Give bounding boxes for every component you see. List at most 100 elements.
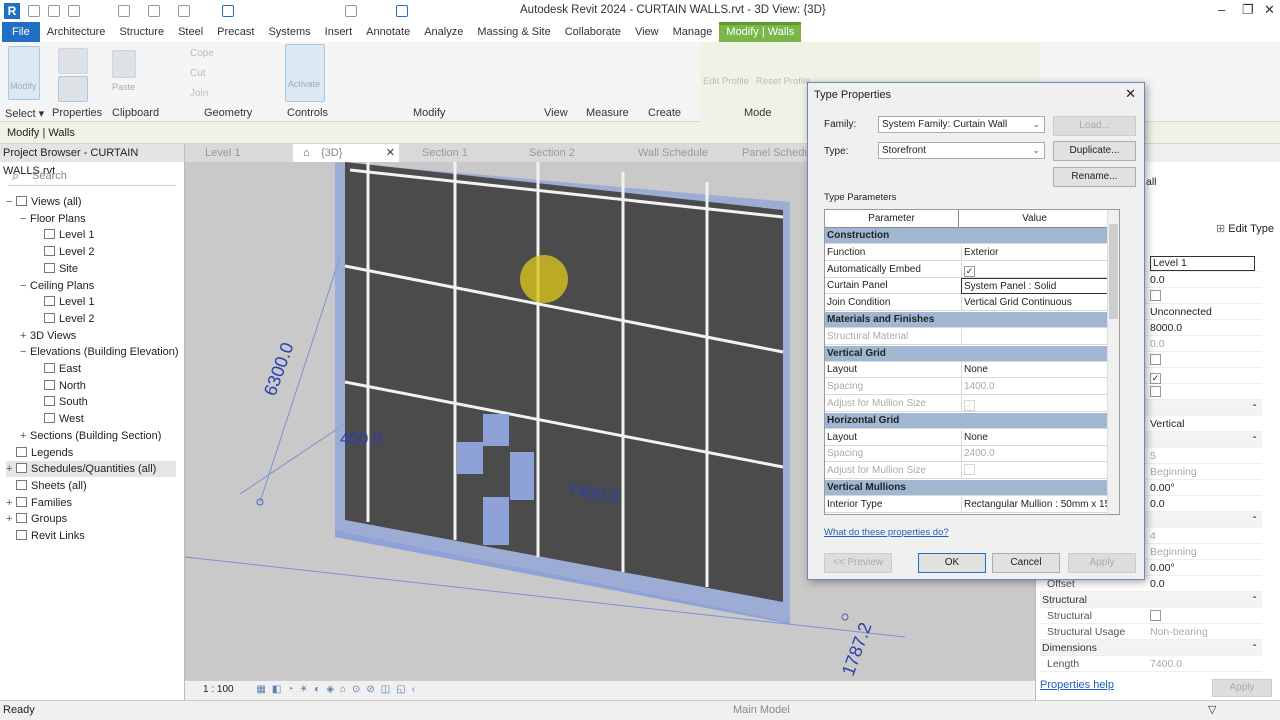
dimension-depth[interactable]: 1787.2 [838, 620, 876, 679]
tree-item[interactable]: East [34, 361, 81, 377]
property-value[interactable]: 0.00° [1150, 480, 1175, 496]
checkbox[interactable] [1150, 386, 1161, 397]
dimension-offset[interactable]: 400.0 [340, 429, 383, 448]
parameter-value[interactable]: System Panel : Solid [961, 278, 1109, 295]
property-value[interactable]: Non-bearing [1150, 624, 1208, 640]
view-tab-wall-schedule[interactable]: Wall Schedule [638, 144, 708, 162]
tree-item[interactable]: − Views (all) [6, 194, 82, 210]
parameter-value[interactable]: Exterior [961, 244, 1109, 261]
save-icon[interactable] [48, 5, 60, 17]
property-value[interactable]: 4 [1150, 528, 1156, 544]
property-value[interactable]: 5 [1150, 448, 1156, 464]
view-tab-level-1[interactable]: Level 1 [205, 144, 240, 162]
measure-icon[interactable] [222, 5, 234, 17]
parameter-row[interactable]: Curtain Panel System Panel : Solid [825, 278, 1119, 295]
parameter-value[interactable]: ✓ [961, 396, 1109, 412]
grid-scrollbar[interactable] [1107, 210, 1119, 514]
home-3d-icon[interactable] [345, 5, 357, 17]
close-icon[interactable]: ✕ [1264, 2, 1275, 18]
family-select[interactable]: System Family: Curtain Wall ⌄ [878, 116, 1045, 133]
parameter-row[interactable]: Adjust for Mullion Size [825, 463, 1119, 480]
rename-button[interactable]: Rename... [1053, 167, 1136, 187]
parameter-value[interactable]: Vertical Grid Continuous [961, 295, 1109, 312]
parameter-value[interactable]: ✓ [961, 261, 1109, 278]
tab-insert[interactable]: Insert [318, 22, 360, 42]
expand-icon[interactable]: + [20, 428, 30, 444]
checkbox[interactable]: ✓ [964, 400, 975, 411]
checkbox[interactable] [1150, 290, 1161, 301]
type-selector[interactable]: all [1146, 176, 1157, 188]
expand-icon[interactable]: − [20, 344, 30, 360]
duplicate-button[interactable]: Duplicate... [1053, 141, 1136, 161]
property-value[interactable]: Beginning [1150, 464, 1197, 480]
edit-type-button[interactable]: ⊞ Edit Type [1216, 222, 1274, 235]
checkbox[interactable] [964, 464, 975, 476]
property-value[interactable]: Beginning [1150, 544, 1197, 560]
parameter-value[interactable]: 2400.0 [961, 446, 1109, 463]
collapse-icon[interactable]: ⌃ [1251, 512, 1258, 528]
property-row[interactable]: Length 7400.0 [1040, 656, 1262, 672]
modify-tools-icons[interactable] [335, 48, 525, 102]
tree-item[interactable]: +3D Views [20, 328, 76, 344]
view-tab-section-1[interactable]: Section 1 [422, 144, 468, 162]
collapse-icon[interactable]: ⌃ [1251, 400, 1258, 416]
parameter-row[interactable]: Spacing 2400.0 [825, 446, 1119, 463]
tab-precast[interactable]: Precast [210, 22, 261, 42]
reset-profile-button[interactable]: Reset Profile [756, 76, 810, 87]
properties-icon[interactable] [58, 76, 88, 102]
undo-icon[interactable] [118, 5, 130, 17]
close-tab-icon[interactable]: ✕ [386, 144, 395, 162]
checkbox[interactable] [1150, 610, 1161, 621]
ok-button[interactable]: OK [918, 553, 986, 573]
restore-icon[interactable]: ❐ [1242, 2, 1254, 18]
tab-file[interactable]: File [2, 22, 40, 42]
expand-icon[interactable]: − [20, 211, 30, 227]
collapse-icon[interactable]: ⌃ [1251, 640, 1258, 656]
tree-item[interactable]: + Schedules/Quantities (all) [6, 461, 176, 478]
parameter-row[interactable]: Structural Material [825, 328, 1119, 345]
join-button[interactable]: Join [190, 88, 208, 99]
checkbox[interactable] [1150, 354, 1161, 365]
tree-item[interactable]: + Families [6, 495, 72, 511]
properties-help-link[interactable]: Properties help [1040, 679, 1114, 691]
tab-steel[interactable]: Steel [171, 22, 210, 42]
minimize-icon[interactable]: – [1218, 2, 1225, 17]
property-row[interactable]: Dimensions ⌃ [1040, 640, 1262, 656]
edit-profile-button[interactable]: Edit Profile [703, 76, 749, 87]
tree-item[interactable]: Sheets (all) [6, 478, 87, 494]
tree-item[interactable]: South [34, 394, 88, 410]
parameter-row[interactable]: Spacing 1400.0 [825, 379, 1119, 396]
browser-search-input[interactable]: ⌕ Search [8, 166, 176, 186]
tree-item[interactable]: Level 1 [34, 227, 94, 243]
property-row[interactable]: Structural Usage Non-bearing [1040, 624, 1262, 640]
tree-item[interactable]: + Groups [6, 511, 67, 527]
property-value[interactable]: 0.00° [1150, 560, 1175, 576]
view-control-icons[interactable]: ▦◧◔☀◐◈⌂⊙⊘◫◱‹ [256, 684, 421, 695]
parameter-row[interactable]: Layout None [825, 362, 1119, 379]
tab-manage[interactable]: Manage [666, 22, 720, 42]
parameter-value[interactable]: Rectangular Mullion : 50mm x 15 [961, 496, 1109, 513]
parameter-row[interactable]: Function Exterior [825, 244, 1119, 261]
expand-icon[interactable]: + [6, 461, 16, 477]
properties-apply-button[interactable]: Apply [1212, 679, 1272, 697]
cancel-button[interactable]: Cancel [992, 553, 1060, 573]
tree-item[interactable]: Revit Links [6, 528, 85, 544]
tab-architecture[interactable]: Architecture [40, 22, 113, 42]
column-parameter[interactable]: Parameter [825, 210, 959, 228]
property-value[interactable]: Unconnected [1150, 304, 1212, 320]
tab-analyze[interactable]: Analyze [417, 22, 470, 42]
checkbox[interactable]: ✓ [964, 265, 975, 277]
expand-icon[interactable]: + [6, 511, 16, 527]
redo-icon[interactable] [148, 5, 160, 17]
sync-icon[interactable] [68, 5, 80, 17]
open-icon[interactable] [28, 5, 40, 17]
property-value[interactable]: 0.0 [1150, 496, 1165, 512]
tree-item[interactable]: Site [34, 261, 78, 277]
tab-structure[interactable]: Structure [112, 22, 171, 42]
parameter-row[interactable]: Layout None [825, 429, 1119, 446]
property-value[interactable]: 0.0 [1150, 272, 1165, 288]
type-select[interactable]: Storefront ⌄ [878, 142, 1045, 159]
property-row[interactable]: Structural [1040, 608, 1262, 624]
property-value[interactable]: Level 1 [1150, 256, 1255, 271]
collapse-icon[interactable]: ⌃ [1251, 592, 1258, 608]
